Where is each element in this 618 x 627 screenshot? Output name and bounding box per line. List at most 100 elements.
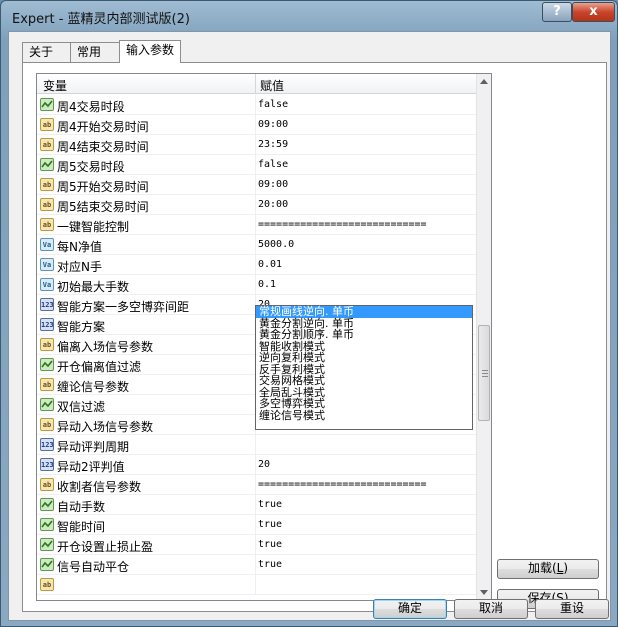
string-icon: ab <box>40 118 54 131</box>
parameter-value[interactable]: true <box>258 559 282 570</box>
parameter-value[interactable]: true <box>258 519 282 530</box>
ok-button[interactable]: 确定 <box>373 599 447 619</box>
boolean-icon <box>40 98 54 111</box>
parameter-value[interactable]: false <box>258 159 288 170</box>
grip-icon <box>482 370 488 377</box>
dropdown-option[interactable]: 交易网格模式 <box>256 375 472 387</box>
parameter-value[interactable]: 20 <box>258 459 270 470</box>
column-divider <box>255 115 256 135</box>
scroll-down-icon[interactable] <box>480 590 488 595</box>
parameter-name: 异动评判周期 <box>57 440 130 454</box>
parameter-name: 收割者信号参数 <box>57 480 142 494</box>
double-icon: Va <box>40 278 54 291</box>
boolean-icon <box>40 398 54 411</box>
parameter-value[interactable]: false <box>258 99 288 110</box>
boolean-icon <box>40 538 54 551</box>
parameter-name: 初始最大手数 <box>57 280 130 294</box>
boolean-icon <box>40 358 54 371</box>
table-row[interactable]: ab <box>37 575 477 595</box>
tab-about[interactable]: 关于 <box>22 42 71 62</box>
scroll-thumb[interactable] <box>478 325 490 421</box>
parameter-name: 自动手数 <box>57 500 106 514</box>
scheme-dropdown-list[interactable]: 常规画线逆向. 单币 黄金分割逆向. 单币 黄金分割顺序. 单币 智能收割模式 逆向复利… <box>255 305 473 430</box>
parameter-value[interactable]: 0.1 <box>258 279 276 290</box>
table-row[interactable]: ab 周5结束交易时间 20:00 <box>37 195 477 215</box>
string-icon: ab <box>40 478 54 491</box>
integer-icon: 123 <box>40 438 54 451</box>
parameter-value[interactable]: true <box>258 539 282 550</box>
table-row[interactable]: 123 异动评判周期 <box>37 435 477 455</box>
cancel-button[interactable]: 取消 <box>454 599 528 619</box>
table-row[interactable]: ab 周5开始交易时间 09:00 <box>37 175 477 195</box>
parameter-value[interactable]: 09:00 <box>258 179 288 190</box>
table-row[interactable]: 自动手数 true <box>37 495 477 515</box>
parameters-grid: 变量 赋值 周4交易时段 false ab 周4开始交易时间 09:00 ab 周4结束交易… <box>36 73 492 601</box>
dropdown-option[interactable]: 黄金分割顺序. 单币 <box>256 329 472 341</box>
reset-button[interactable]: 重设 <box>535 599 609 619</box>
table-row[interactable]: Va 对应N手 0.01 <box>37 255 477 275</box>
table-row[interactable]: ab 周4开始交易时间 09:00 <box>37 115 477 135</box>
column-divider <box>255 435 256 455</box>
parameter-value[interactable]: ============================ <box>258 479 427 490</box>
column-divider <box>255 475 256 495</box>
header-variable[interactable]: 变量 <box>43 77 67 94</box>
tab-inputs[interactable]: 输入参数 <box>119 40 181 63</box>
table-row[interactable]: 周5交易时段 false <box>37 155 477 175</box>
column-divider <box>255 195 256 215</box>
parameter-value[interactable]: 5000.0 <box>258 239 294 250</box>
scroll-up-icon[interactable] <box>480 79 488 84</box>
tab-common[interactable]: 常用 <box>70 42 120 62</box>
boolean-icon <box>40 158 54 171</box>
expert-dialog: Expert - 蓝精灵内部测试版(2) ? x 关于 常用 输入参数 变量 赋… <box>0 0 618 627</box>
integer-icon: 123 <box>40 298 54 311</box>
parameter-name: 一键智能控制 <box>57 220 130 234</box>
parameter-value[interactable]: 09:00 <box>258 119 288 130</box>
string-icon: ab <box>40 218 54 231</box>
table-row[interactable]: ab 周4结束交易时间 23:59 <box>37 135 477 155</box>
parameter-value[interactable]: 0.01 <box>258 259 282 270</box>
help-button[interactable]: ? <box>542 2 572 22</box>
parameter-value[interactable]: 20:00 <box>258 199 288 210</box>
table-row[interactable]: 信号自动平仓 true <box>37 555 477 575</box>
parameter-name: 异动入场信号参数 <box>57 420 154 434</box>
parameter-name: 周5结束交易时间 <box>57 200 149 214</box>
grid-header: 变量 赋值 <box>37 74 477 94</box>
column-divider <box>255 515 256 535</box>
dropdown-option[interactable]: 缠论信号模式 <box>256 410 472 422</box>
table-row[interactable]: 智能时间 true <box>37 515 477 535</box>
inputs-panel: 变量 赋值 周4交易时段 false ab 周4开始交易时间 09:00 ab 周4结束交易… <box>22 62 607 612</box>
parameter-name: 周4开始交易时间 <box>57 120 149 134</box>
dropdown-option[interactable]: 逆向复利模式 <box>256 352 472 364</box>
parameter-name: 偏离入场信号参数 <box>57 340 154 354</box>
table-row[interactable]: 123 异动2评判值 20 <box>37 455 477 475</box>
table-row[interactable]: ab 收割者信号参数 ============================ <box>37 475 477 495</box>
integer-icon: 123 <box>40 458 54 471</box>
grid-scrollbar[interactable] <box>476 74 491 600</box>
parameter-value[interactable]: ============================ <box>258 219 427 230</box>
table-row[interactable]: Va 每N净值 5000.0 <box>37 235 477 255</box>
column-divider <box>255 455 256 475</box>
parameter-name: 开仓偏离值过滤 <box>57 360 142 374</box>
table-row[interactable]: ab 一键智能控制 ============================ <box>37 215 477 235</box>
parameter-name: 周5开始交易时间 <box>57 180 149 194</box>
dropdown-option[interactable]: 常规画线逆向. 单币 <box>256 306 472 318</box>
integer-icon: 123 <box>40 318 54 331</box>
parameter-value[interactable]: true <box>258 499 282 510</box>
table-row[interactable]: 开仓设置止损止盈 true <box>37 535 477 555</box>
header-value[interactable]: 赋值 <box>260 77 284 94</box>
column-divider <box>255 495 256 515</box>
load-label: 加载( <box>527 561 557 575</box>
parameter-name: 智能时间 <box>57 520 106 534</box>
header-divider[interactable] <box>255 74 256 94</box>
string-icon: ab <box>40 178 54 191</box>
load-label-end: ) <box>563 561 569 575</box>
close-button[interactable]: x <box>572 2 615 22</box>
table-row[interactable]: Va 初始最大手数 0.1 <box>37 275 477 295</box>
table-row[interactable]: 周4交易时段 false <box>37 95 477 115</box>
title-bar[interactable]: Expert - 蓝精灵内部测试版(2) ? x <box>1 1 617 31</box>
column-divider <box>255 555 256 575</box>
dropdown-option[interactable]: 多空博弈模式 <box>256 398 472 410</box>
load-button[interactable]: 加载(L) <box>497 559 599 579</box>
parameter-value[interactable]: 23:59 <box>258 139 288 150</box>
window-title: Expert - 蓝精灵内部测试版(2) <box>12 12 190 27</box>
